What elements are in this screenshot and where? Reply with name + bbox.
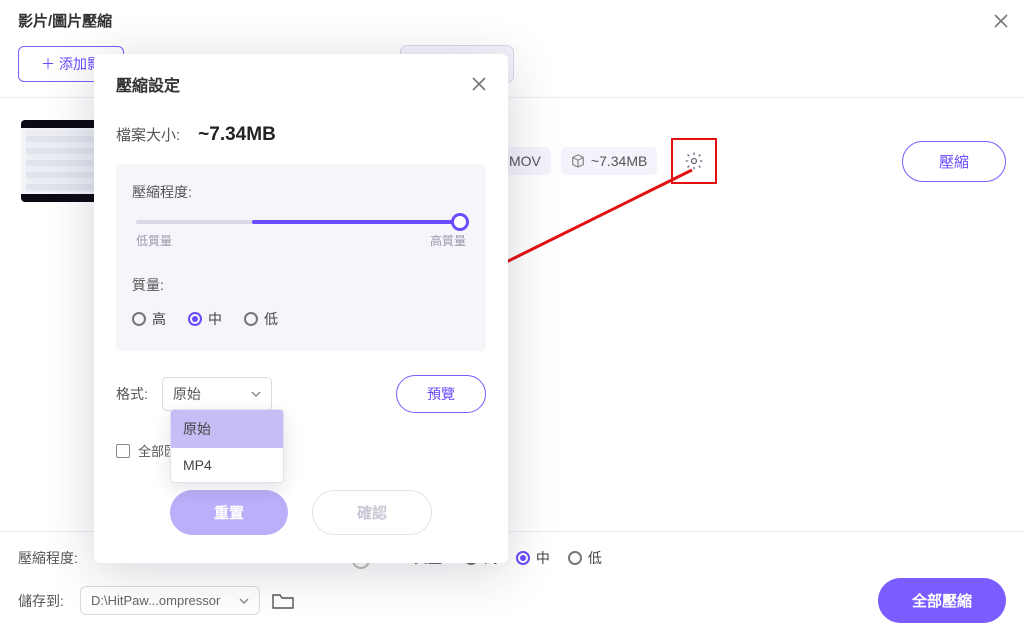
modal-quality-block: 質量: 高 中 低 — [132, 275, 470, 329]
filesize-label: 檔案大小: — [116, 124, 180, 145]
format-row: 格式: 原始 預覽 原始 MP4 — [116, 375, 486, 413]
slider-end-labels: 低質量 高質量 — [136, 232, 466, 249]
slider-high-label: 高質量 — [430, 232, 466, 249]
format-label: 格式: — [116, 384, 148, 404]
compression-slider[interactable] — [136, 220, 466, 224]
apply-all-checkbox[interactable] — [116, 444, 130, 458]
slider-low-label: 低質量 — [136, 232, 172, 249]
format-select[interactable]: 原始 — [162, 377, 272, 411]
modal-header: 壓縮設定 — [116, 72, 486, 96]
filesize-row: 檔案大小: ~7.34MB — [116, 124, 486, 146]
confirm-button[interactable]: 確認 — [312, 490, 432, 535]
filesize-value: ~7.34MB — [198, 124, 276, 146]
format-option-mp4[interactable]: MP4 — [171, 448, 283, 482]
compression-slider-fill — [252, 220, 467, 224]
modal-compression-label: 壓縮程度: — [132, 182, 470, 202]
compression-slider-wrap: 低質量 高質量 — [136, 220, 466, 249]
modal-title: 壓縮設定 — [116, 72, 180, 96]
preview-button[interactable]: 預覽 — [396, 375, 486, 413]
reset-button[interactable]: 重置 — [170, 490, 288, 535]
compression-settings-modal: 壓縮設定 檔案大小: ~7.34MB 壓縮程度: 低質量 高質量 質量: — [94, 54, 508, 563]
chevron-down-icon — [251, 389, 261, 399]
compression-slider-thumb[interactable] — [451, 213, 469, 231]
quality-high-radio[interactable]: 高 — [132, 309, 166, 329]
compression-panel: 壓縮程度: 低質量 高質量 質量: 高 中 低 — [116, 164, 486, 351]
quality-mid-radio[interactable]: 中 — [188, 309, 222, 329]
modal-backdrop: 壓縮設定 檔案大小: ~7.34MB 壓縮程度: 低質量 高質量 質量: — [0, 0, 1024, 641]
format-dropdown: 原始 MP4 — [170, 409, 284, 483]
modal-quality-label: 質量: — [132, 275, 470, 295]
modal-actions: 重置 確認 — [116, 490, 486, 535]
quality-low-radio[interactable]: 低 — [244, 309, 278, 329]
format-selected-text: 原始 — [173, 384, 201, 404]
format-option-original[interactable]: 原始 — [171, 410, 283, 448]
modal-quality-radios: 高 中 低 — [132, 309, 470, 329]
modal-close-icon[interactable] — [472, 77, 486, 91]
